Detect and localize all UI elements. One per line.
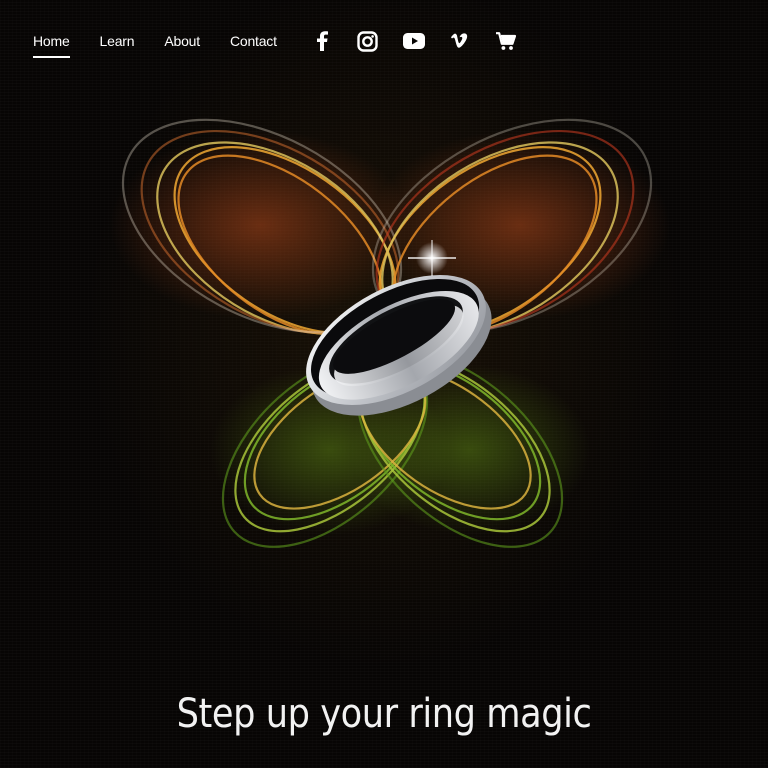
social-links bbox=[311, 30, 541, 52]
hero-ring-image bbox=[110, 118, 670, 548]
hero-headline: Step up your ring magic bbox=[176, 690, 592, 737]
youtube-icon[interactable] bbox=[402, 30, 425, 52]
nav-home-link[interactable]: Home bbox=[33, 31, 70, 58]
instagram-icon[interactable] bbox=[357, 30, 379, 52]
main-nav: Home Learn About Contact bbox=[33, 30, 541, 58]
facebook-icon[interactable] bbox=[311, 30, 333, 52]
nav-about-link[interactable]: About bbox=[164, 31, 200, 51]
cart-icon[interactable] bbox=[495, 30, 517, 52]
vimeo-icon[interactable] bbox=[449, 30, 471, 52]
nav-contact-link[interactable]: Contact bbox=[230, 31, 277, 51]
glow-upper-left bbox=[110, 130, 410, 320]
nav-learn-link[interactable]: Learn bbox=[100, 31, 135, 51]
